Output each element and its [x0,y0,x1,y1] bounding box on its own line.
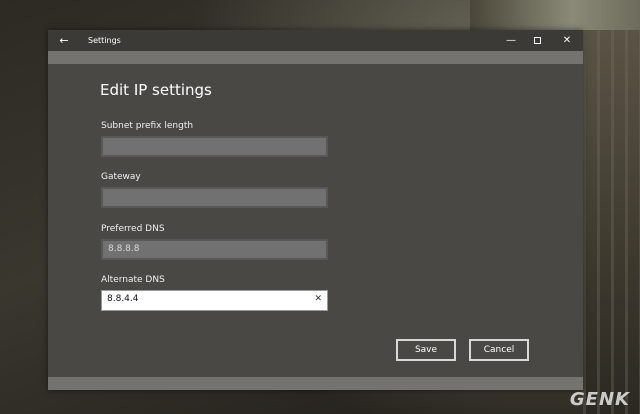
clear-x-icon[interactable]: ✕ [314,294,322,304]
settings-window: ← Settings — ✕ Edit IP settings Subnet p… [48,30,583,390]
title-bar: ← Settings — ✕ [48,30,583,51]
close-icon[interactable]: ✕ [552,30,582,51]
preferred-dns-input[interactable]: 8.8.8.8 [101,239,328,260]
background-top-right [470,0,640,30]
window-title: Settings [88,36,121,45]
cancel-button[interactable]: Cancel [469,339,529,361]
alternate-dns-input[interactable]: 8.8.4.4 ✕ [101,290,328,311]
gateway-input[interactable] [101,187,328,208]
save-button[interactable]: Save [396,339,456,361]
gateway-label: Gateway [101,172,141,182]
subnet-prefix-label: Subnet prefix length [101,121,194,131]
maximize-icon[interactable] [522,30,552,51]
back-arrow-icon[interactable]: ← [54,30,74,51]
alternate-dns-label: Alternate DNS [101,275,165,285]
page-title: Edit IP settings [100,81,212,99]
subnet-prefix-input[interactable] [101,136,328,157]
background-wood-right [583,30,640,414]
alternate-dns-value: 8.8.4.4 [107,294,139,304]
top-band [48,51,583,64]
preferred-dns-label: Preferred DNS [101,224,165,234]
watermark-logo: GENK [569,389,630,410]
bottom-band [48,377,583,390]
